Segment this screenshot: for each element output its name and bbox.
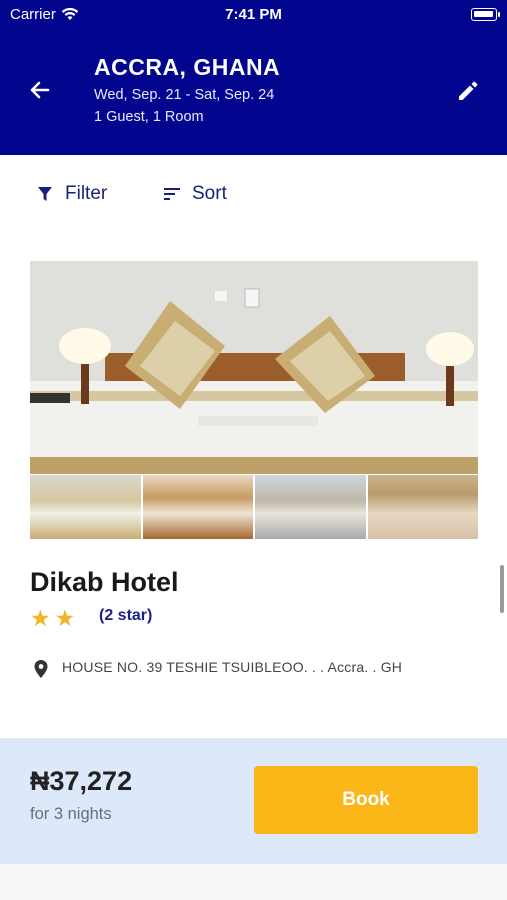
price-nights: for 3 nights [30, 805, 112, 823]
star-icon: ★ [54, 604, 76, 631]
bottom-spacer [0, 864, 507, 900]
thumbnail-4[interactable] [367, 475, 478, 539]
total-price: ₦37,272 [30, 766, 133, 796]
battery-icon [471, 8, 500, 21]
map-pin-icon [33, 658, 49, 680]
arrow-left-icon [30, 81, 50, 99]
book-button[interactable]: Book [254, 766, 478, 834]
star-rating-label: (2 star) [99, 607, 153, 624]
stay-dates: Wed, Sep. 21 - Sat, Sep. 24 [94, 87, 275, 103]
sort-button[interactable]: Sort [163, 181, 227, 207]
sort-lines-icon [164, 188, 180, 200]
hotel-name: Dikab Hotel [30, 567, 179, 597]
header: Carrier 7:41 PM ACCRA, GHANA Wed, Sep. 2… [0, 0, 507, 155]
hotel-thumbnail-strip [30, 475, 478, 539]
funnel-icon [38, 187, 52, 201]
sort-label: Sort [192, 183, 227, 204]
status-time: 7:41 PM [225, 6, 282, 23]
status-bar: Carrier 7:41 PM [0, 6, 507, 26]
hotel-main-photo[interactable] [30, 261, 478, 474]
page-title: ACCRA, GHANA [94, 54, 281, 80]
star-icon: ★ [30, 604, 51, 631]
booking-bar: ₦37,272 for 3 nights Book [0, 738, 507, 864]
hotel-address: HOUSE NO. 39 TESHIE TSUIBLEOO. . . Accra… [62, 659, 403, 675]
scrollbar[interactable] [500, 565, 504, 613]
pencil-icon [459, 81, 478, 100]
filter-label: Filter [65, 183, 108, 204]
thumbnail-3[interactable] [255, 475, 366, 539]
thumbnail-2[interactable] [142, 475, 253, 539]
edit-search-button[interactable] [455, 78, 481, 104]
bedroom-photo [30, 261, 478, 474]
filter-button[interactable]: Filter [36, 181, 107, 207]
guest-room-count: 1 Guest, 1 Room [94, 109, 204, 125]
hotel-results: Filter Sort Dikab Hotel ★ ★ (2 star) HOU… [0, 155, 507, 738]
star-rating: ★ ★ [30, 606, 79, 630]
thumbnail-1[interactable] [30, 475, 141, 539]
back-button[interactable] [26, 76, 54, 104]
